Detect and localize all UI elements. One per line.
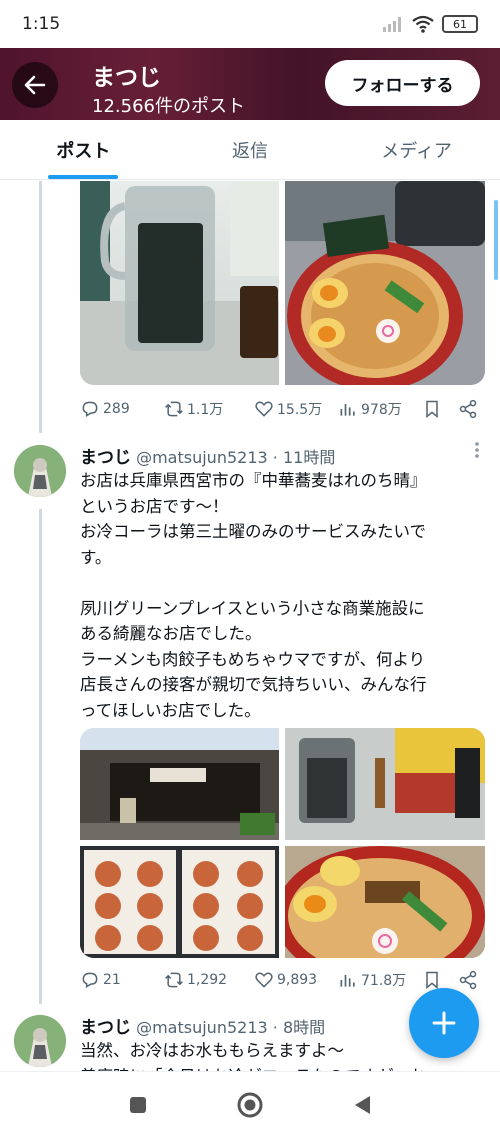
thread-line — [39, 181, 42, 433]
reply-icon — [82, 401, 98, 417]
author-handle[interactable]: @matsujun5213 — [136, 448, 268, 467]
like-icon — [255, 972, 273, 988]
view-count: 978万 — [361, 402, 402, 418]
back-arrow-icon — [24, 75, 46, 95]
post-time: · 8時間 — [272, 1018, 326, 1037]
status-time: 1:15 — [22, 14, 61, 34]
wifi-icon — [412, 15, 434, 33]
reply-button[interactable]: 289 — [80, 399, 164, 419]
retweet-count: 1.1万 — [187, 402, 224, 418]
views-icon — [340, 404, 355, 416]
compose-post-button[interactable] — [409, 988, 479, 1058]
post-photo-storefront[interactable] — [80, 728, 279, 840]
battery-indicator: 61 — [442, 15, 478, 33]
retweet-button[interactable]: 1,292 — [164, 970, 254, 990]
post-time: · 11時間 — [272, 448, 336, 467]
reply-icon — [82, 972, 98, 988]
follow-button[interactable]: フォローする — [325, 60, 480, 106]
view-count: 71.8万 — [361, 973, 407, 989]
system-navigation-bar — [0, 1071, 500, 1138]
post-photo-ramen[interactable] — [285, 181, 485, 385]
tab-media[interactable]: メディア — [333, 120, 500, 179]
post-photo-water-jug[interactable] — [80, 181, 279, 385]
post-photo-ramen-closeup[interactable] — [285, 846, 485, 958]
scroll-indicator[interactable] — [494, 200, 498, 280]
author-name[interactable]: まつじ — [80, 448, 131, 468]
plus-icon — [432, 1011, 456, 1035]
views-button[interactable]: 71.8万 — [338, 970, 422, 990]
retweet-icon — [165, 401, 183, 417]
reply-button[interactable]: 21 — [80, 970, 164, 990]
like-button[interactable]: 9,893 — [254, 970, 338, 990]
signal-icon — [383, 17, 401, 32]
reply-count: 21 — [103, 972, 121, 988]
post-count: 12.566件のポスト — [92, 96, 245, 117]
post-photo-menu[interactable] — [80, 846, 279, 958]
profile-name: まつじ — [92, 65, 161, 91]
retweet-button[interactable]: 1.1万 — [164, 399, 254, 419]
post-header: まつじ @matsujun5213 · 11時間 — [80, 443, 335, 468]
post-photo-counter[interactable] — [285, 728, 485, 840]
profile-header: まつじ 12.566件のポスト フォローする — [0, 48, 500, 120]
avatar[interactable] — [14, 1015, 66, 1067]
back-nav-icon[interactable] — [352, 1094, 372, 1116]
bookmark-icon — [426, 400, 438, 419]
bookmark-icon — [426, 971, 438, 990]
views-button[interactable]: 978万 — [338, 399, 422, 419]
tab-posts[interactable]: ポスト — [0, 120, 167, 179]
post-text: お店は兵庫県西宮市の『中華蕎麦はれのち晴』 というお店です～！ お冷コーラは第三… — [80, 471, 427, 720]
profile-tabs: ポスト 返信 メディア — [0, 120, 500, 180]
like-count: 9,893 — [277, 972, 318, 988]
bookmark-button[interactable] — [422, 970, 458, 990]
post-header: まつじ @matsujun5213 · 8時間 — [80, 1013, 325, 1038]
share-icon — [459, 399, 477, 419]
like-button[interactable]: 15.5万 — [254, 399, 338, 419]
more-button[interactable] — [474, 441, 480, 463]
avatar[interactable] — [14, 445, 66, 497]
views-icon — [340, 975, 355, 987]
share-button[interactable] — [458, 970, 480, 990]
home-icon[interactable] — [236, 1091, 264, 1119]
like-icon — [255, 401, 273, 417]
retweet-icon — [165, 972, 183, 988]
share-icon — [459, 970, 477, 990]
share-button[interactable] — [458, 399, 480, 419]
back-button[interactable] — [12, 62, 58, 108]
recent-apps-icon[interactable] — [128, 1095, 148, 1115]
more-icon — [475, 442, 479, 458]
like-count: 15.5万 — [277, 402, 323, 418]
bookmark-button[interactable] — [422, 399, 458, 419]
retweet-count: 1,292 — [187, 972, 228, 988]
thread-line — [39, 509, 42, 1004]
tab-replies[interactable]: 返信 — [167, 120, 334, 179]
post-actions: 289 1.1万 15.5万 978万 — [80, 394, 480, 424]
status-icons: 61 — [382, 15, 478, 33]
author-handle[interactable]: @matsujun5213 — [136, 1018, 268, 1037]
status-bar: 1:15 61 — [0, 0, 500, 48]
timeline-feed[interactable]: 289 1.1万 15.5万 978万 まつじ @matsujun5213 · … — [0, 181, 500, 1071]
reply-count: 289 — [103, 401, 130, 417]
post-actions: 21 1,292 9,893 71.8万 — [80, 965, 480, 995]
author-name[interactable]: まつじ — [80, 1018, 131, 1038]
